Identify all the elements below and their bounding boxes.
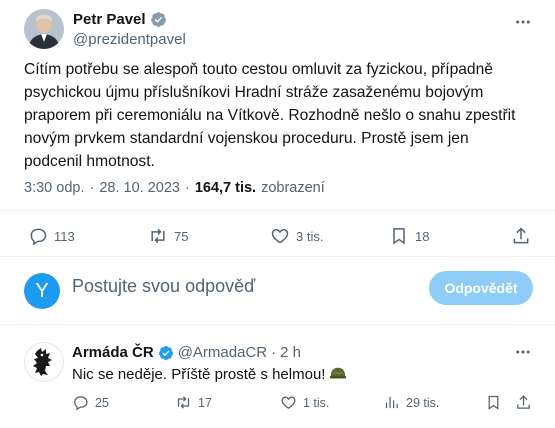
reply-author-name[interactable]: Armáda ČR <box>72 344 154 361</box>
heart-icon <box>271 228 289 244</box>
lion-crest-icon <box>33 348 52 376</box>
more-options-icon[interactable] <box>513 12 533 32</box>
meta-separator: · <box>271 344 277 361</box>
armada-avatar[interactable] <box>24 342 64 382</box>
reply-submit-button[interactable]: Odpovědět <box>429 271 533 305</box>
reply-views-count: 29 tis. <box>406 395 440 410</box>
tweet-date[interactable]: 28. 10. 2023 <box>99 180 180 196</box>
user-avatar[interactable]: Y <box>24 273 60 309</box>
analytics-icon <box>385 396 398 409</box>
reply-text-row: Nic se neděje. Příště prostě s helmou! <box>72 365 347 383</box>
retweet-icon <box>151 228 165 244</box>
reply-author-handle[interactable]: @ArmadaCR <box>178 344 267 361</box>
reply-count: 113 <box>54 228 75 244</box>
reply-icon <box>30 228 47 246</box>
views-label: zobrazení <box>261 180 325 196</box>
views-count: 164,7 tis. <box>194 180 257 196</box>
verified-badge-icon <box>150 12 166 27</box>
bookmark-icon <box>393 228 405 245</box>
author-name-row[interactable]: Petr Pavel <box>73 11 167 28</box>
retweet-icon <box>177 396 190 409</box>
reply-input[interactable]: Postujte svou odpověď <box>72 276 255 297</box>
reply-button[interactable]: 113 <box>28 226 75 246</box>
reply-share-button[interactable] <box>515 394 532 411</box>
share-icon <box>513 227 529 244</box>
reply-retweet-button[interactable]: 17 <box>175 394 212 411</box>
retweet-button[interactable]: 75 <box>148 226 188 246</box>
more-options-icon[interactable] <box>513 342 533 362</box>
reply-like-count: 1 tis. <box>303 395 330 410</box>
heart-icon <box>281 396 296 409</box>
bookmark-icon <box>488 395 499 410</box>
meta-separator: · <box>184 180 190 196</box>
reply-header: Armáda ČR @ArmadaCR · 2 h <box>72 344 301 361</box>
reply-reply-count: 25 <box>95 395 109 410</box>
reply-like-button[interactable]: 1 tis. <box>280 394 329 411</box>
author-name[interactable]: Petr Pavel <box>73 11 146 28</box>
like-button[interactable]: 3 tis. <box>270 226 323 246</box>
reply-bookmark-button[interactable] <box>485 394 502 411</box>
share-button[interactable] <box>511 226 531 246</box>
divider <box>0 324 555 325</box>
reply-views-button[interactable]: 29 tis. <box>383 394 439 411</box>
like-count: 3 tis. <box>296 228 324 244</box>
bookmark-button[interactable]: 18 <box>389 226 429 246</box>
share-icon <box>517 395 530 409</box>
tweet-meta: 3:30 odp. · 28. 10. 2023 · 164,7 tis. zo… <box>24 180 325 196</box>
reply-retweet-count: 17 <box>198 395 212 410</box>
tweet-text: Cítím potřebu se alespoň touto cestou om… <box>24 61 516 170</box>
reply-time[interactable]: 2 h <box>280 344 301 361</box>
helmet-emoji-icon <box>330 367 347 379</box>
retweet-count: 75 <box>174 228 189 244</box>
reply-reply-button[interactable]: 25 <box>72 394 109 411</box>
reply-text: Nic se neděje. Příště prostě s helmou! <box>72 365 326 383</box>
divider <box>0 210 555 211</box>
author-avatar[interactable] <box>24 9 64 49</box>
verified-badge-icon <box>158 345 173 360</box>
tweet-time[interactable]: 3:30 odp. <box>24 180 84 196</box>
divider <box>0 256 555 257</box>
bookmark-count: 18 <box>415 228 430 244</box>
reply-icon <box>74 396 88 411</box>
author-handle[interactable]: @prezidentpavel <box>73 31 186 48</box>
meta-separator: · <box>89 180 95 196</box>
